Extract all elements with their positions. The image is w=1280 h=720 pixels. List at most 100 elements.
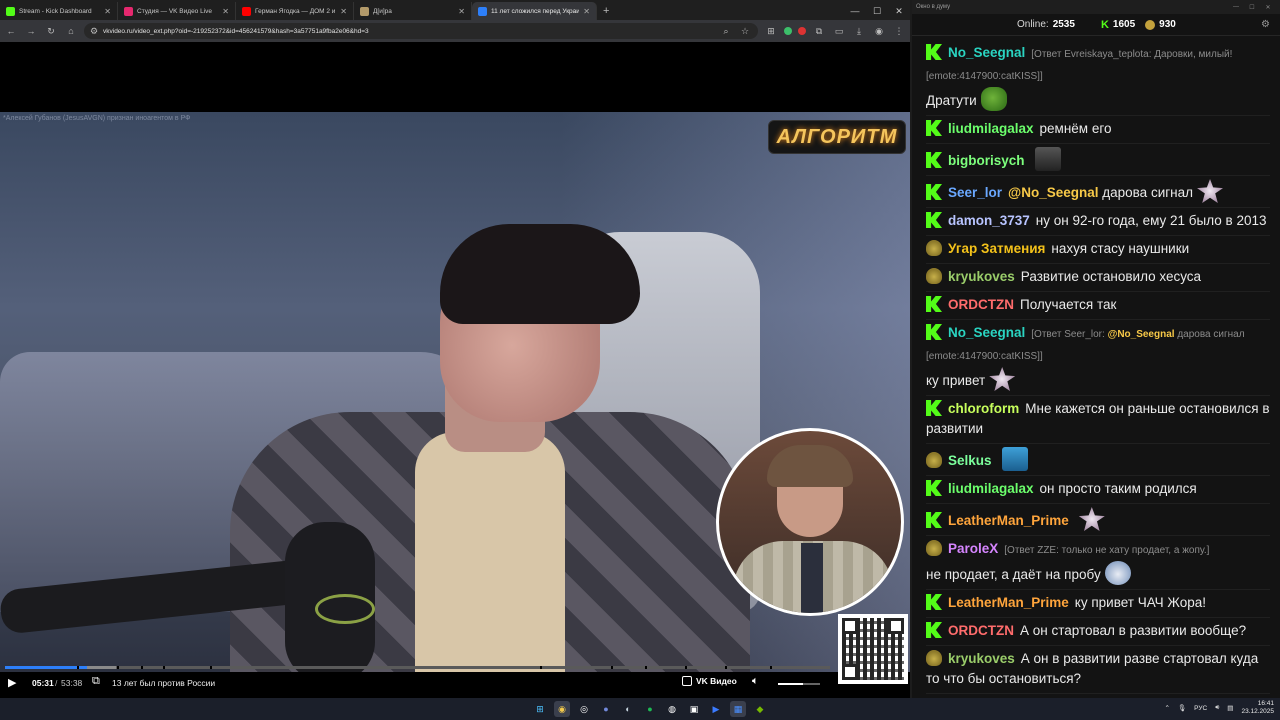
pepe-badge-icon xyxy=(926,452,942,468)
extension-green-icon[interactable] xyxy=(784,27,792,35)
chat-message: Seer_lor @No_Seegnal дарова сигнал xyxy=(926,176,1270,208)
chat-username[interactable]: liudmilagalax xyxy=(948,481,1034,496)
chat-username[interactable]: chloroform xyxy=(948,401,1019,416)
start-button-icon[interactable]: ⊞ xyxy=(532,701,548,717)
pepe-badge-icon xyxy=(926,240,942,256)
nvidia-icon[interactable]: ◆ xyxy=(752,701,768,717)
home-icon[interactable]: ⌂ xyxy=(64,26,78,36)
chat-username[interactable]: No_Seegnal xyxy=(948,325,1025,340)
download-icon[interactable]: ⤓ xyxy=(852,26,866,37)
menu-icon[interactable]: ⊞ xyxy=(764,26,778,37)
chat-username[interactable]: liudmilagalax xyxy=(948,121,1034,136)
browser-tab[interactable]: Студия — VK Видео Live ✕ xyxy=(118,2,236,20)
cat-emote-icon xyxy=(1078,507,1105,531)
time-separator: / xyxy=(55,678,58,688)
chapters-icon[interactable]: ⧉ xyxy=(92,675,100,688)
vk-brand-text: VK Видео xyxy=(696,676,737,686)
language-indicator[interactable]: РУС xyxy=(1194,705,1207,712)
profile-icon[interactable]: ◉ xyxy=(872,26,886,37)
chat-username[interactable]: Угар Затмения xyxy=(948,241,1045,256)
forward-icon[interactable]: → xyxy=(24,26,38,36)
tab-close-icon[interactable]: ✕ xyxy=(458,7,465,16)
tab-title: Д[и]ра xyxy=(373,7,392,15)
discord-icon[interactable]: ● xyxy=(598,701,614,717)
tab-close-icon[interactable]: ✕ xyxy=(340,7,347,16)
browser-menu-icon[interactable]: ⋮ xyxy=(892,26,906,37)
chat-close-button[interactable]: ✕ xyxy=(1260,4,1276,11)
chat-username[interactable]: Selkus xyxy=(948,453,992,468)
chat-username[interactable]: ParoleX xyxy=(948,541,998,556)
browser-tab[interactable]: 11 лет сложился перед Украин ✕ xyxy=(472,2,597,20)
chat-username[interactable]: Seer_lor xyxy=(948,185,1002,200)
chapter-marker xyxy=(645,666,647,669)
kick-badge-icon xyxy=(926,512,942,528)
site-info-icon[interactable]: ⚙ xyxy=(90,26,98,37)
browser-window-icon[interactable]: ▦ xyxy=(730,701,746,717)
reply-text: [Ответ ZZE: только не хату продает, а жо… xyxy=(1004,545,1210,556)
extension-red-icon[interactable] xyxy=(798,27,806,35)
vk-video-logo[interactable]: VK Видео xyxy=(682,676,737,686)
chat-text: нахуя стасу наушники xyxy=(1051,241,1190,256)
extensions-puzzle-icon[interactable]: ⧉ xyxy=(812,26,826,37)
video-player[interactable]: *Алексей Губанов (JesusAVGN) признан ино… xyxy=(0,112,910,672)
clock[interactable]: 16:41 23.12.2025 xyxy=(1241,700,1274,716)
close-window-button[interactable]: ✕ xyxy=(888,2,910,20)
browser-tab[interactable]: Stream - Kick Dashboard ✕ xyxy=(0,2,118,20)
kick-badge-icon xyxy=(926,44,942,60)
volume-slider[interactable] xyxy=(778,683,820,685)
chat-popup-window: Окно в думу — ☐ ✕ Online: 2535 K 1605 93… xyxy=(912,0,1280,698)
clock-date: 23.12.2025 xyxy=(1241,708,1274,715)
chat-maximize-button[interactable]: ☐ xyxy=(1244,4,1260,11)
bookmark-star-icon[interactable]: ☆ xyxy=(738,26,752,37)
obs-icon[interactable]: ◎ xyxy=(576,701,592,717)
browser-tab[interactable]: Д[и]ра ✕ xyxy=(354,2,472,20)
chat-text: Развитие остановило хесуса xyxy=(1020,269,1202,284)
tray-chevron-icon[interactable]: ⌃ xyxy=(1164,704,1169,712)
maximize-button[interactable]: ☐ xyxy=(866,2,888,20)
tab-title: Герман Ягодка — ДОМ 2 и ак xyxy=(255,7,337,15)
chat-username[interactable]: kryukoves xyxy=(948,269,1015,284)
chat-username[interactable]: ORDCTZN xyxy=(948,623,1014,638)
network-icon[interactable]: ▤ xyxy=(1227,704,1233,712)
chrome-icon[interactable]: ◉ xyxy=(554,701,570,717)
sidebar-icon[interactable]: ▭ xyxy=(832,26,846,37)
back-icon[interactable]: ← xyxy=(4,26,18,36)
browser-tab[interactable]: Герман Ягодка — ДОМ 2 и ак ✕ xyxy=(236,2,354,20)
chat-username[interactable]: damon_3737 xyxy=(948,213,1030,228)
new-tab-button[interactable]: + xyxy=(597,2,615,20)
chat-username[interactable]: ORDCTZN xyxy=(948,297,1014,312)
chat-text: не продает, а даёт на пробу xyxy=(926,567,1101,582)
pepe-icon xyxy=(1145,19,1156,30)
media-icon[interactable]: ▣ xyxy=(686,701,702,717)
seek-bar[interactable] xyxy=(5,666,830,669)
microphone-icon[interactable]: 🎙︎ xyxy=(1178,704,1186,712)
chat-mention[interactable]: @No_Seegnal xyxy=(1008,185,1098,200)
tab-favicon-icon xyxy=(478,6,487,16)
chat-username[interactable]: LeatherMan_Prime xyxy=(948,513,1069,528)
player-icon[interactable]: ▶ xyxy=(708,701,724,717)
chat-message-list[interactable]: No_Seegnal [Ответ Evreiskaya_teplota: Дар… xyxy=(912,36,1280,698)
chat-message: LeatherMan_Prime xyxy=(926,504,1270,536)
app-icon[interactable]: ◍ xyxy=(664,701,680,717)
volume-icon[interactable]: 🔈︎ xyxy=(752,675,759,688)
settings-icon[interactable]: ⚙ xyxy=(1261,19,1270,30)
tab-close-icon[interactable]: ✕ xyxy=(222,7,229,16)
chat-username[interactable]: kryukoves xyxy=(948,651,1015,666)
address-bar[interactable]: ⚙ vkvideo.ru/video_ext.php?oid=-21925237… xyxy=(84,23,758,39)
zoom-icon[interactable]: ⌕ xyxy=(719,26,733,37)
spotify-icon[interactable]: ● xyxy=(642,701,658,717)
tab-close-icon[interactable]: ✕ xyxy=(583,7,590,16)
chat-username[interactable]: bigborisych xyxy=(948,153,1025,168)
chat-minimize-button[interactable]: — xyxy=(1228,4,1244,10)
speaker-icon[interactable]: 🔊︎ xyxy=(1215,704,1219,712)
tab-close-icon[interactable]: ✕ xyxy=(104,7,111,16)
chapter-marker xyxy=(770,666,772,669)
chapter-title[interactable]: 13 лет был против России xyxy=(112,678,215,688)
chat-text: ку привет xyxy=(926,373,986,388)
chat-username[interactable]: No_Seegnal xyxy=(948,45,1025,60)
chat-username[interactable]: LeatherMan_Prime xyxy=(948,595,1069,610)
steam-icon[interactable]: ◐ xyxy=(620,701,636,717)
reload-icon[interactable]: ↻ xyxy=(44,26,58,37)
play-icon[interactable]: ▶ xyxy=(8,676,16,689)
minimize-button[interactable]: — xyxy=(844,2,866,20)
